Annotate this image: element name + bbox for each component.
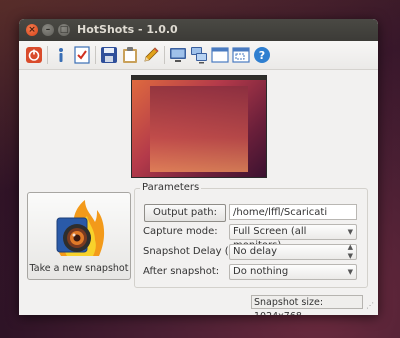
capture-mode-label: Capture mode: — [143, 226, 218, 237]
clipboard-icon[interactable] — [121, 46, 139, 64]
snapshot-delay-value: No delay — [233, 246, 278, 257]
snapshot-size-status: Snapshot size: 1024x768 — [251, 295, 363, 315]
maximize-button[interactable]: □ — [58, 24, 70, 36]
minimize-button[interactable]: – — [42, 24, 54, 36]
app-window: × – □ HotShots - 1.0.0 ? Take a new snap… — [19, 19, 378, 315]
help-icon[interactable]: ? — [253, 46, 271, 64]
after-snapshot-label: After snapshot: — [143, 266, 220, 277]
window-icon[interactable] — [211, 46, 229, 64]
toolbar-separator — [95, 46, 96, 64]
output-path-button[interactable]: Output path: — [144, 204, 226, 222]
chevron-down-icon: ▼ — [347, 268, 353, 276]
spin-arrows-icon[interactable]: ▲ ▼ — [348, 243, 353, 261]
save-icon[interactable] — [100, 46, 118, 64]
window-title: HotShots - 1.0.0 — [77, 23, 178, 36]
toolbar-separator — [47, 46, 48, 64]
snapshot-delay-label: Snapshot Delay (s): — [143, 246, 242, 257]
hotshots-camera-icon — [56, 200, 105, 256]
after-snapshot-value: Do nothing — [233, 266, 289, 277]
after-snapshot-select[interactable]: Do nothing ▼ — [229, 264, 357, 280]
region-icon[interactable] — [232, 46, 250, 64]
close-button[interactable]: × — [26, 24, 38, 36]
snapshot-delay-spinbox[interactable]: No delay ▲ ▼ — [229, 243, 357, 261]
preview-top-panel — [132, 76, 266, 80]
take-snapshot-button[interactable]: Take a new snapshot — [27, 192, 131, 280]
multi-monitor-icon[interactable] — [190, 46, 208, 64]
preview-window — [150, 86, 248, 172]
monitor-icon[interactable] — [169, 46, 187, 64]
capture-mode-select[interactable]: Full Screen (all monitors) ▼ — [229, 224, 357, 251]
pencil-icon[interactable] — [142, 46, 160, 64]
toolbar: ? — [19, 41, 378, 70]
take-snapshot-label: Take a new snapshot — [29, 263, 129, 274]
resize-grip-icon[interactable]: ⋰ — [366, 301, 374, 310]
svg-text:?: ? — [259, 49, 265, 62]
parameters-title: Parameters — [140, 182, 202, 193]
title-bar: × – □ HotShots - 1.0.0 — [19, 19, 378, 41]
exit-icon[interactable] — [25, 46, 43, 64]
snapshot-preview — [131, 75, 267, 178]
chevron-down-icon: ▼ — [347, 228, 353, 236]
toolbar-separator — [164, 46, 165, 64]
info-icon[interactable] — [52, 46, 70, 64]
output-path-field[interactable]: /home/lffl/Scaricati — [229, 204, 357, 220]
checklist-icon[interactable] — [73, 46, 91, 64]
